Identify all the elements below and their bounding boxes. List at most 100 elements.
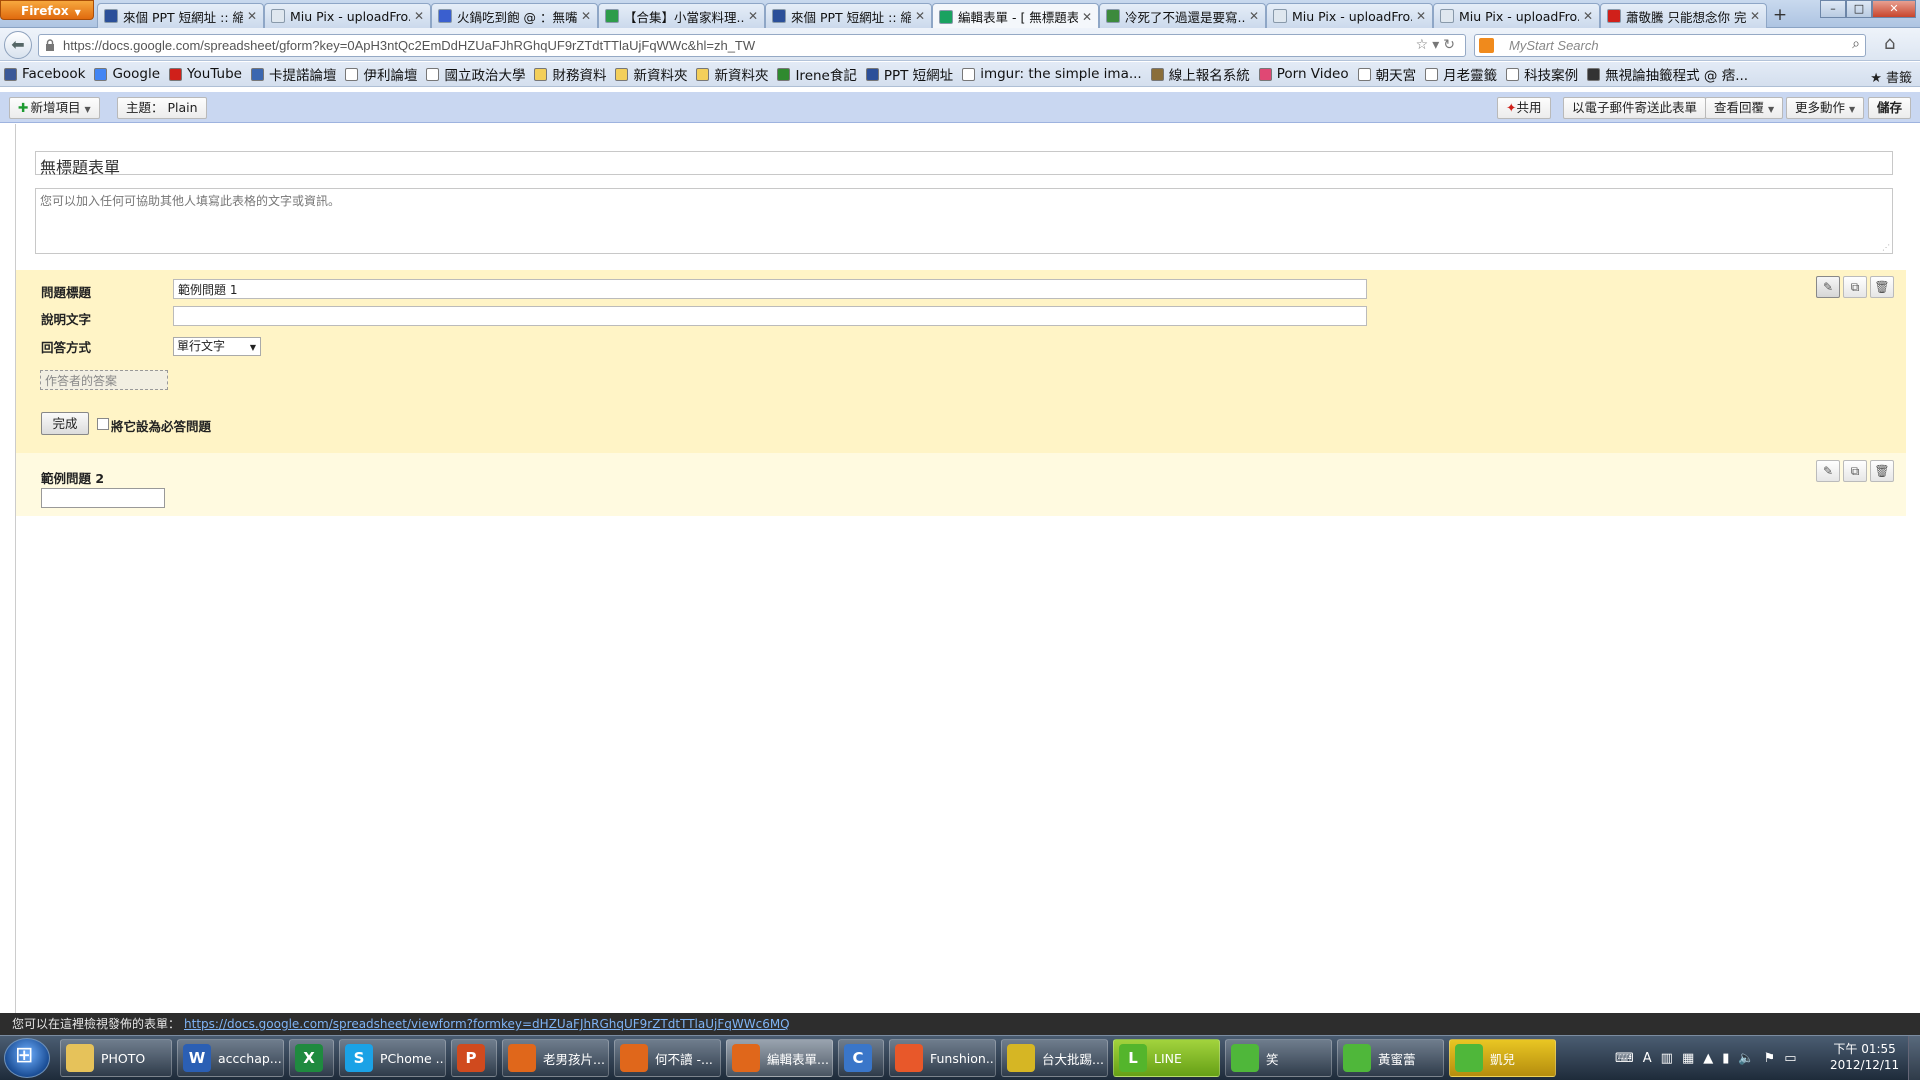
clock[interactable]: 下午 01:55 2012/12/11 xyxy=(1830,1041,1899,1073)
tray-expand-icon[interactable]: ▲ xyxy=(1703,1051,1713,1066)
close-tab-icon[interactable]: ✕ xyxy=(414,9,424,23)
volume-icon[interactable]: 🔈 xyxy=(1738,1051,1754,1066)
more-actions-button[interactable]: 更多動作 ▼ xyxy=(1786,97,1865,119)
duplicate-icon[interactable]: ⧉ xyxy=(1843,460,1867,482)
add-item-button[interactable]: ✚ 新增項目 ▼ xyxy=(9,97,100,119)
close-tab-icon[interactable]: ✕ xyxy=(581,9,591,23)
bookmarks-menu-button[interactable]: ★ 書籤 xyxy=(1870,67,1912,86)
browser-tab[interactable]: Miu Pix - uploadFro... ✕ xyxy=(264,3,431,28)
browser-tab[interactable]: 來個 PPT 短網址 :: 縮... ✕ xyxy=(97,3,264,28)
bookmark-item[interactable]: 國立政治大學 xyxy=(426,64,525,84)
close-tab-icon[interactable]: ✕ xyxy=(748,9,758,23)
question-type-select[interactable]: 單行文字 ▼ xyxy=(173,337,261,356)
search-bar[interactable]: MyStart Search ⌕ xyxy=(1474,34,1866,57)
bookmark-item[interactable]: 新資料夾 xyxy=(615,64,687,84)
search-engine-icon[interactable] xyxy=(1479,38,1494,53)
taskbar-item[interactable]: Waccchap... xyxy=(177,1039,284,1077)
network-icon[interactable]: ▭ xyxy=(1784,1051,1796,1066)
trash-icon[interactable]: 🗑 xyxy=(1870,276,1894,298)
browser-tab[interactable]: 編輯表單 - [ 無標題表... ✕ xyxy=(932,3,1099,29)
bookmark-item[interactable]: 無視論抽籤程式 @ 痞... xyxy=(1587,64,1748,84)
bookmark-item[interactable]: Porn Video xyxy=(1258,66,1349,82)
theme-button[interactable]: 主題： Plain xyxy=(117,97,207,119)
close-window-button[interactable]: ✕ xyxy=(1872,0,1916,18)
required-checkbox[interactable] xyxy=(97,418,109,430)
bookmark-item[interactable]: PPT 短網址 xyxy=(865,64,953,84)
close-tab-icon[interactable]: ✕ xyxy=(1750,9,1760,23)
taskbar-item[interactable]: 凱兒 xyxy=(1449,1039,1556,1077)
battery-icon[interactable]: ▮ xyxy=(1722,1051,1729,1066)
browser-tab[interactable]: 來個 PPT 短網址 :: 縮... ✕ xyxy=(765,3,932,28)
bookmark-item[interactable]: Facebook xyxy=(4,66,85,82)
help-text-input[interactable] xyxy=(173,306,1367,326)
close-tab-icon[interactable]: ✕ xyxy=(247,9,257,23)
bookmark-item[interactable]: 財務資料 xyxy=(534,64,606,84)
bookmark-item[interactable]: 科技案例 xyxy=(1506,64,1578,84)
minimize-button[interactable]: – xyxy=(1820,0,1846,18)
bookmark-item[interactable]: 卡提諾論壇 xyxy=(250,64,336,84)
input-method-icon[interactable]: ⌨ xyxy=(1615,1051,1634,1066)
show-desktop-button[interactable] xyxy=(1908,1036,1920,1080)
edit-pencil-icon[interactable]: ✎ xyxy=(1816,460,1840,482)
keyboard-icon[interactable]: ▦ xyxy=(1682,1051,1694,1066)
taskbar-item[interactable]: S PChome ... xyxy=(339,1039,446,1077)
duplicate-icon[interactable]: ⧉ xyxy=(1843,276,1867,298)
taskbar-item[interactable]: 黃蜜蕾 xyxy=(1337,1039,1444,1077)
taskbar-item[interactable]: X xyxy=(289,1039,334,1077)
browser-tab[interactable]: 蕭敬騰 只能想念你 完... ✕ xyxy=(1600,3,1767,28)
save-button[interactable]: 儲存 xyxy=(1868,97,1912,119)
browser-tab[interactable]: 冷死了不過還是要寫... ✕ xyxy=(1099,3,1266,28)
bookmark-item[interactable]: Irene食記 xyxy=(777,64,857,84)
close-tab-icon[interactable]: ✕ xyxy=(1416,9,1426,23)
history-dropdown-icon[interactable]: ▾ xyxy=(1432,37,1443,53)
close-tab-icon[interactable]: ✕ xyxy=(1082,10,1092,24)
bookmark-item[interactable]: 伊利論壇 xyxy=(345,64,417,84)
taskbar-item[interactable]: C xyxy=(838,1039,884,1077)
bookmark-item[interactable]: 新資料夾 xyxy=(696,64,768,84)
bookmark-item[interactable]: 月老靈籤 xyxy=(1425,64,1497,84)
back-button[interactable]: ⬅ xyxy=(4,31,32,59)
form-description-input[interactable]: 您可以加入任何可協助其他人填寫此表格的文字或資訊。 ⋰ xyxy=(35,188,1893,254)
taskbar-item[interactable]: 編輯表單... xyxy=(726,1039,833,1077)
firefox-menu-button[interactable]: Firefox ▼ xyxy=(0,0,94,20)
taskbar-item[interactable]: 台大批踢... xyxy=(1001,1039,1108,1077)
browser-tab[interactable]: Miu Pix - uploadFro... ✕ xyxy=(1433,3,1600,28)
new-tab-button[interactable]: + xyxy=(1767,3,1793,28)
close-tab-icon[interactable]: ✕ xyxy=(915,9,925,23)
bookmark-item[interactable]: YouTube xyxy=(169,66,242,82)
bookmark-item[interactable]: 線上報名系統 xyxy=(1150,64,1250,84)
start-button[interactable] xyxy=(4,1038,50,1078)
close-tab-icon[interactable]: ✕ xyxy=(1249,9,1259,23)
question-title-input[interactable]: 範例問題 1 xyxy=(173,279,1367,299)
view-responses-button[interactable]: 查看回覆 ▼ xyxy=(1705,97,1784,119)
question-2-preview[interactable]: 範例問題 2 ✎ ⧉ 🗑 xyxy=(16,453,1906,516)
edit-pencil-icon[interactable]: ✎ xyxy=(1816,276,1840,298)
published-form-link[interactable]: https://docs.google.com/spreadsheet/view… xyxy=(184,1017,790,1031)
done-button[interactable]: 完成 xyxy=(41,412,89,435)
font-icon[interactable]: A xyxy=(1643,1051,1652,1066)
search-icon[interactable]: ⌕ xyxy=(1852,36,1860,52)
layout-icon[interactable]: ▥ xyxy=(1661,1051,1673,1066)
browser-tab[interactable]: 火鍋吃到飽 @ ：無嘴... ✕ xyxy=(431,3,598,28)
taskbar-item[interactable]: Funshion... xyxy=(889,1039,996,1077)
taskbar-item[interactable]: 老男孩片... xyxy=(502,1039,609,1077)
email-form-button[interactable]: 以電子郵件寄送此表單 xyxy=(1563,97,1707,119)
reload-icon[interactable]: ↻ xyxy=(1443,37,1459,53)
bookmark-item[interactable]: 朝天宮 xyxy=(1357,64,1416,84)
taskbar-item[interactable]: P xyxy=(451,1039,497,1077)
bookmark-star-icon[interactable]: ☆ xyxy=(1416,37,1433,53)
search-input[interactable]: MyStart Search xyxy=(1509,38,1599,53)
browser-tab[interactable]: Miu Pix - uploadFro... ✕ xyxy=(1266,3,1433,28)
action-center-flag-icon[interactable]: ⚑ xyxy=(1764,1051,1776,1066)
taskbar-item[interactable]: L LINE xyxy=(1113,1039,1220,1077)
browser-tab[interactable]: 【合集】小當家料理... ✕ xyxy=(598,3,765,28)
close-tab-icon[interactable]: ✕ xyxy=(1583,9,1593,23)
resize-handle-icon[interactable]: ⋰ xyxy=(1882,243,1890,252)
bookmark-item[interactable]: Google xyxy=(94,66,160,82)
trash-icon[interactable]: 🗑 xyxy=(1870,460,1894,482)
form-title-input[interactable]: 無標題表單 xyxy=(35,151,1893,177)
share-button[interactable]: ✦共用 xyxy=(1497,97,1551,119)
address-bar[interactable]: https://docs.google.com/spreadsheet/gfor… xyxy=(38,34,1466,57)
taskbar-item[interactable]: 何不讀 -... xyxy=(614,1039,721,1077)
taskbar-item[interactable]: PHOTO xyxy=(60,1039,172,1077)
